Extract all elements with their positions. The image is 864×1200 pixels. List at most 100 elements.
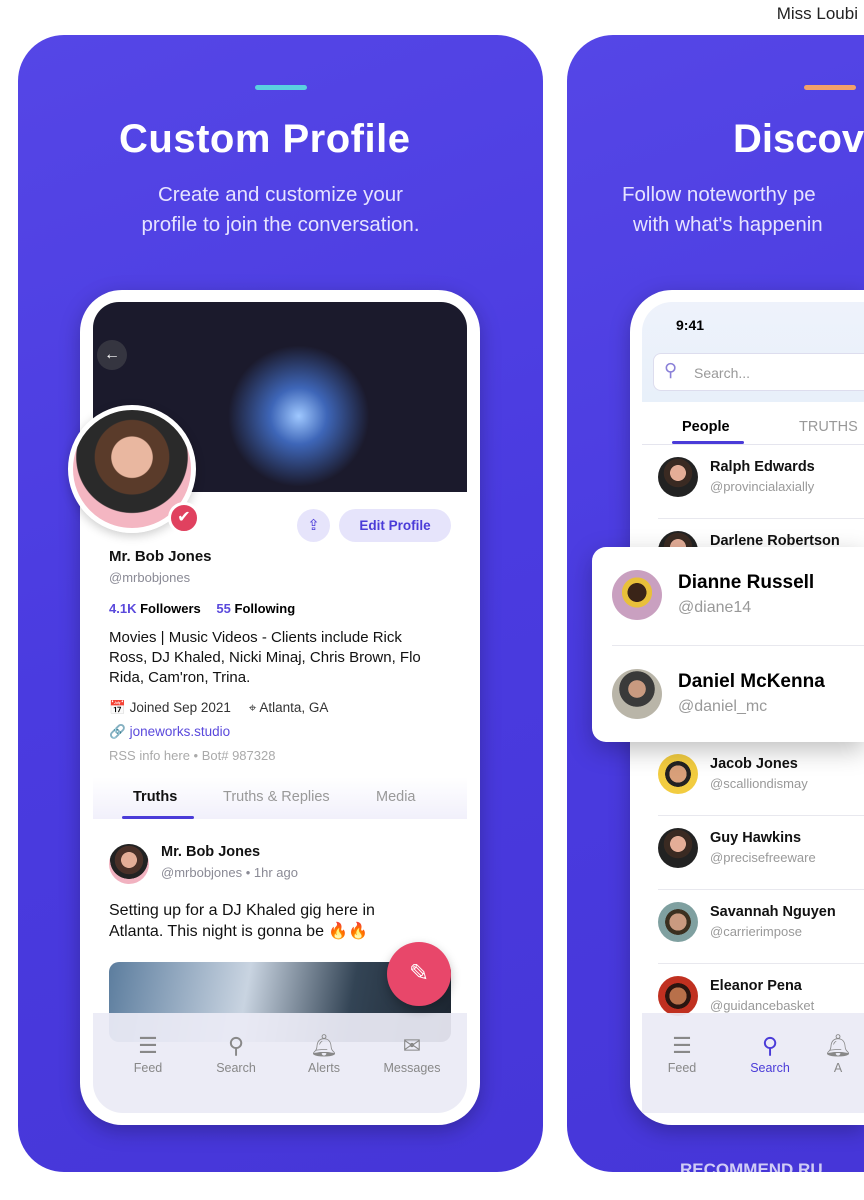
bio-line: Movies | Music Videos - Clients include … [109, 629, 402, 646]
feed-icon: ☰ [672, 1033, 692, 1058]
share-icon[interactable]: ⇪ [297, 509, 330, 542]
profile-handle: @mrbobjones [109, 570, 191, 585]
nav-search[interactable]: ⚲ Search [196, 1033, 276, 1075]
person-row[interactable]: Ralph Edwards @provincialaxially [658, 445, 864, 519]
subtitle-line: Follow noteworthy pe [622, 183, 816, 206]
website-text[interactable]: joneworks.studio [130, 724, 231, 739]
person-name[interactable]: Daniel McKenna [678, 671, 825, 693]
search-input[interactable]: ⚲ Search... [653, 353, 864, 391]
post-meta: @mrbobjones • 1hr ago [161, 865, 298, 880]
calendar-icon: 📅 [109, 700, 126, 715]
nav-label: Feed [133, 1061, 163, 1075]
compose-button[interactable]: ✎ [387, 942, 451, 1006]
pencil-icon: ✎ [408, 960, 430, 987]
post-avatar[interactable] [109, 844, 149, 884]
bio-line: Rida, Cam'ron, Trina. [109, 669, 251, 686]
person-name: Eleanor Pena [710, 978, 802, 994]
nav-search[interactable]: ⚲ Search [730, 1033, 810, 1075]
tab-truths[interactable]: TRUTHS [799, 419, 858, 435]
subtitle-line: Create and customize your [158, 183, 403, 206]
tab-truths-replies[interactable]: Truths & Replies [223, 789, 330, 805]
followers-count[interactable]: 4.1K [109, 601, 136, 616]
bio-line: Ross, DJ Khaled, Nicki Minaj, Chris Brow… [109, 649, 421, 666]
panel-subtitle: Follow noteworthy pe with what's happeni… [622, 180, 823, 240]
location-pin-icon: ⌖ [248, 700, 257, 715]
bot-number: Bot# 987328 [201, 748, 276, 763]
website-link[interactable]: 🔗 joneworks.studio [109, 724, 230, 740]
following-label[interactable]: Following [235, 601, 296, 616]
profile-name: Mr. Bob Jones [109, 548, 212, 565]
panel-subtitle: Create and customize your profile to joi… [18, 180, 543, 240]
active-tab-indicator [122, 816, 194, 819]
nav-label: Search [750, 1061, 790, 1075]
edit-profile-button[interactable]: Edit Profile [339, 509, 451, 542]
status-time: 9:41 [676, 317, 705, 333]
search-icon: ⚲ [227, 1033, 245, 1058]
nav-label: A [833, 1061, 843, 1075]
rss-info: RSS info here • Bot# 987328 [109, 748, 276, 763]
tab-people[interactable]: People [682, 419, 730, 435]
subtitle-line: with what's happenin [633, 213, 823, 236]
bell-icon: 🔔︎ [310, 1033, 338, 1058]
subtitle-line: profile to join the conversation. [141, 213, 420, 236]
feed-icon: ☰ [138, 1033, 158, 1058]
person-avatar [658, 902, 698, 942]
post-text-line: Atlanta. This night is gonna be 🔥🔥 [109, 923, 369, 940]
person-row[interactable]: Guy Hawkins @precisefreeware [658, 816, 864, 890]
joined-date: Joined Sep 2021 [129, 700, 231, 715]
divider [612, 645, 864, 646]
rss-text: RSS info here [109, 748, 190, 763]
featured-people-card: Dianne Russell @diane14 Daniel McKenna @… [592, 547, 864, 742]
search-icon: ⚲ [664, 360, 678, 380]
post-author[interactable]: Mr. Bob Jones [161, 844, 260, 860]
person-handle: @guidancebasket [710, 998, 815, 1013]
nav-alerts[interactable]: 🔔︎ Alerts [284, 1033, 364, 1075]
left-promo-panel: Custom Profile Create and customize your… [18, 35, 543, 1172]
person-handle: @diane14 [678, 599, 752, 616]
bottom-nav: ☰ Feed ⚲ Search 🔔︎ A [642, 1013, 864, 1113]
panel-title: Custom Profile [119, 117, 411, 161]
person-handle: @scalliondismay [710, 776, 808, 791]
accent-bar [255, 85, 307, 90]
nav-feed[interactable]: ☰ Feed [642, 1033, 722, 1075]
profile-bio: Movies | Music Videos - Clients include … [109, 628, 421, 688]
post-time: 1hr ago [253, 865, 298, 880]
link-icon: 🔗 [109, 724, 126, 739]
location: Atlanta, GA [259, 700, 329, 715]
person-avatar [658, 828, 698, 868]
person-handle: @provincialaxially [710, 479, 815, 494]
person-avatar [658, 457, 698, 497]
nav-label: Alerts [308, 1061, 340, 1075]
person-name[interactable]: Dianne Russell [678, 572, 814, 594]
verified-badge-icon: ✔ [168, 502, 200, 534]
person-name: Savannah Nguyen [710, 904, 836, 920]
person-row[interactable]: Jacob Jones @scalliondismay [658, 742, 864, 816]
tab-truths[interactable]: Truths [133, 789, 177, 805]
watermark-text: Miss Loubi [776, 4, 858, 23]
nav-label: Feed [667, 1061, 697, 1075]
panel-title: Discov [733, 117, 864, 161]
person-handle: @precisefreeware [710, 850, 816, 865]
person-row[interactable]: Savannah Nguyen @carrierimpose [658, 890, 864, 964]
search-placeholder: Search... [694, 365, 751, 381]
person-name: Guy Hawkins [710, 830, 802, 846]
nav-alerts[interactable]: 🔔︎ A [818, 1033, 858, 1075]
person-name: Jacob Jones [710, 756, 798, 772]
person-avatar [658, 754, 698, 794]
following-count[interactable]: 55 [216, 601, 230, 616]
bottom-nav: ☰ Feed ⚲ Search 🔔︎ Alerts ✉ Messages [93, 1013, 467, 1113]
person-handle: @carrierimpose [710, 924, 802, 939]
post-text: Setting up for a DJ Khaled gig here in A… [109, 900, 375, 942]
nav-messages[interactable]: ✉ Messages [372, 1033, 452, 1075]
person-handle: @daniel_mc [678, 698, 768, 715]
envelope-icon: ✉ [402, 1033, 422, 1058]
follow-stats: 4.1K Followers 55 Following [109, 601, 295, 616]
person-avatar [658, 976, 698, 1016]
tab-media[interactable]: Media [376, 789, 416, 805]
bell-icon: 🔔︎ [824, 1033, 852, 1058]
watermark-logo: RECOMMEND.RU [680, 1160, 823, 1179]
nav-label: Messages [383, 1061, 441, 1075]
nav-feed[interactable]: ☰ Feed [108, 1033, 188, 1075]
back-arrow-icon[interactable]: ← [97, 340, 127, 370]
followers-label[interactable]: Followers [140, 601, 201, 616]
